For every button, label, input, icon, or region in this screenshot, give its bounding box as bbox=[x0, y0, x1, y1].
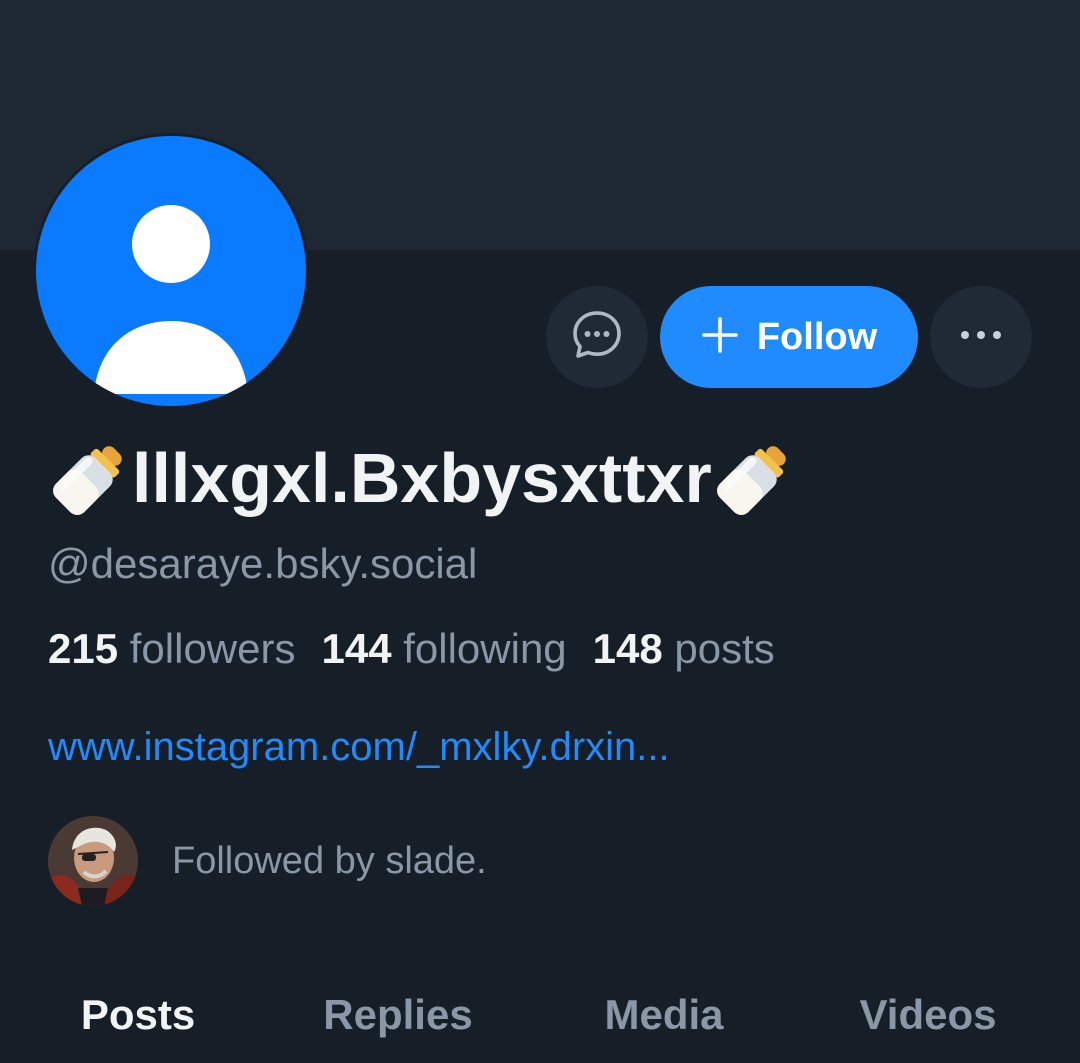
chat-bubble-icon bbox=[571, 309, 623, 366]
baby-bottle-icon bbox=[712, 436, 796, 520]
profile-stats: 215 followers 144 following 148 posts bbox=[48, 625, 775, 673]
profile-handle: @desaraye.bsky.social bbox=[48, 540, 478, 587]
default-avatar-icon bbox=[36, 136, 306, 406]
followers-count[interactable]: 215 followers bbox=[48, 625, 295, 673]
follow-button[interactable]: Follow bbox=[660, 286, 918, 388]
following-count[interactable]: 144 following bbox=[321, 625, 566, 673]
posts-count: 148 posts bbox=[592, 625, 775, 672]
follower-avatar bbox=[48, 816, 138, 906]
profile-screen: Follow lllxgxl.Bxbysxttxr @desaraye.bsky… bbox=[0, 0, 1080, 1063]
tab-replies[interactable]: Replies bbox=[298, 975, 498, 1055]
baby-bottle-icon bbox=[48, 436, 132, 520]
tab-media[interactable]: Media bbox=[574, 975, 754, 1055]
follow-label: Follow bbox=[756, 315, 878, 358]
ellipsis-icon bbox=[958, 328, 1004, 347]
message-button[interactable] bbox=[546, 286, 648, 388]
known-followers[interactable]: Followed by slade. bbox=[48, 816, 487, 906]
tab-videos[interactable]: Videos bbox=[828, 975, 1028, 1055]
display-name-text: lllxgxl.Bxbysxttxr bbox=[132, 439, 712, 517]
tab-posts[interactable]: Posts bbox=[48, 975, 228, 1055]
display-name: lllxgxl.Bxbysxttxr bbox=[48, 428, 796, 528]
followed-by-text: Followed by slade. bbox=[172, 839, 487, 882]
profile-link[interactable]: www.instagram.com/_mxlky.drxin... bbox=[48, 725, 670, 770]
profile-tabs: Posts Replies Media Videos bbox=[0, 975, 1080, 1055]
profile-avatar[interactable] bbox=[33, 133, 309, 409]
more-options-button[interactable] bbox=[930, 286, 1032, 388]
plus-icon bbox=[701, 316, 739, 359]
